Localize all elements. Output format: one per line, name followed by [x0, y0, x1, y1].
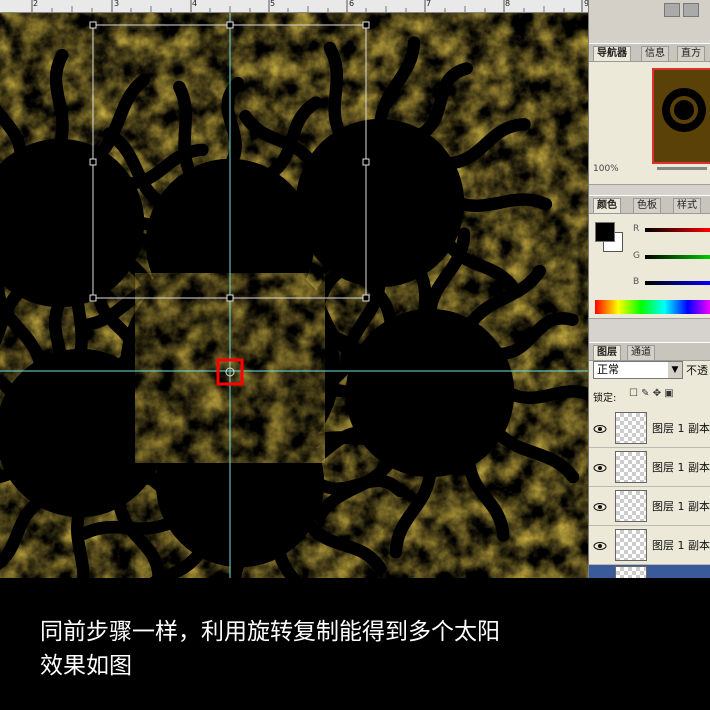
lock-label: 锁定: — [593, 393, 617, 404]
channel-b-label: B — [633, 277, 640, 287]
close-icon[interactable] — [683, 3, 699, 17]
ruler-ticks — [31, 0, 583, 12]
green-slider[interactable] — [645, 255, 710, 259]
blend-mode-value: 正常 — [597, 363, 619, 376]
layer-name: 图层 1 副本 — [652, 461, 710, 474]
tab-layers[interactable]: 图层 — [593, 345, 621, 360]
tab-color[interactable]: 颜色 — [593, 198, 621, 213]
color-ramp[interactable] — [595, 300, 710, 314]
layer-name: 图层 1 副本 — [652, 539, 710, 552]
layers-panel: 图层 通道 正常 ▼ 不透 锁定: ☐ ✎ ✥ ▣ 图层 1 副本 图层 1 副… — [589, 342, 710, 580]
layer-thumbnail — [615, 529, 647, 561]
tab-histogram[interactable]: 直方 — [677, 46, 705, 61]
dock-header — [589, 0, 710, 40]
eye-icon[interactable] — [593, 538, 607, 552]
layer-name: 图层 1 副本 — [652, 422, 710, 435]
layers-tabs: 图层 通道 — [589, 343, 710, 361]
red-slider[interactable] — [645, 228, 710, 232]
eye-icon[interactable] — [593, 460, 607, 474]
chevron-down-icon[interactable]: ▼ — [668, 362, 682, 378]
opacity-label: 不透 — [686, 364, 708, 377]
tab-swatches[interactable]: 色板 — [633, 198, 661, 213]
layer-thumbnail — [615, 412, 647, 444]
tab-styles[interactable]: 样式 — [673, 198, 701, 213]
layer-thumbnail — [615, 490, 647, 522]
zoom-level[interactable]: 100% — [593, 164, 619, 174]
navigator-tabs: 导航器 信息 直方 — [589, 44, 710, 62]
blue-slider[interactable] — [645, 281, 710, 285]
tab-navigator[interactable]: 导航器 — [593, 46, 631, 61]
tab-channels[interactable]: 通道 — [627, 345, 655, 360]
navigator-panel: 导航器 信息 直方 100% — [589, 43, 710, 185]
blend-mode-select[interactable]: 正常 ▼ — [593, 361, 683, 379]
eye-icon[interactable] — [593, 421, 607, 435]
navigator-thumbnail[interactable] — [652, 68, 710, 164]
zoom-slider[interactable] — [657, 167, 707, 170]
layer-name: 图层 1 副本 — [652, 500, 710, 513]
layer-row[interactable]: 图层 1 副本 — [589, 526, 710, 565]
sun-artwork — [0, 13, 588, 578]
navigator-preview — [662, 88, 706, 132]
layer-thumbnail — [615, 451, 647, 483]
minimize-icon[interactable] — [664, 3, 680, 17]
layer-row[interactable]: 图层 1 副本 — [589, 487, 710, 526]
color-panel: 颜色 色板 样式 R G B — [589, 195, 710, 319]
channel-r-label: R — [633, 224, 640, 234]
document-canvas[interactable] — [0, 13, 588, 578]
eye-icon[interactable] — [593, 499, 607, 513]
color-tabs: 颜色 色板 样式 — [589, 196, 710, 214]
caption-line-1: 同前步骤一样，利用旋转复制能得到多个太阳 — [40, 619, 500, 645]
channel-g-label: G — [633, 251, 640, 261]
foreground-color-swatch[interactable] — [595, 222, 615, 242]
tab-info[interactable]: 信息 — [641, 46, 669, 61]
layer-row[interactable]: 图层 1 副本 — [589, 448, 710, 487]
caption-line-2: 效果如图 — [40, 653, 132, 679]
layer-row[interactable]: 图层 1 副本 — [589, 409, 710, 448]
horizontal-ruler[interactable]: 2 3 4 5 6 7 8 9 — [0, 0, 588, 13]
lock-icons[interactable]: ☐ ✎ ✥ ▣ — [629, 388, 674, 399]
panel-dock: 导航器 信息 直方 100% 颜色 色板 样式 R G B 图层 通道 正常 ▼… — [588, 0, 710, 580]
